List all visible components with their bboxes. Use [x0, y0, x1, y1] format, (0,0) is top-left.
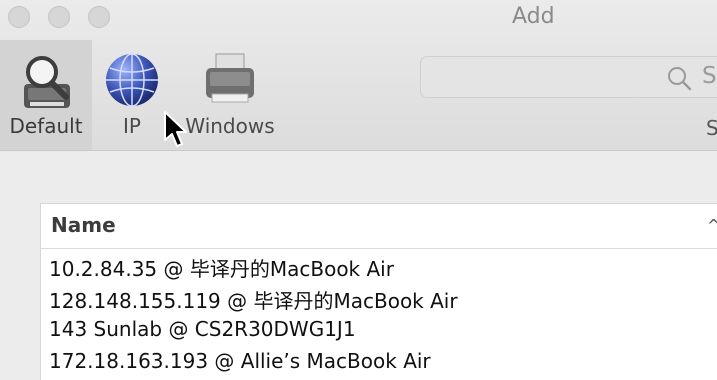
- table-row[interactable]: 128.148.155.119 @ 毕译丹的MacBook Air: [41, 282, 717, 314]
- row-printer-name: 143 Sunlab @ CS2R30DWG1J1: [49, 317, 356, 341]
- windows-printer-icon: [196, 50, 264, 114]
- table-row[interactable]: 143 Sunlab @ CS2R30DWG1J1: [41, 314, 717, 346]
- toolbar-windows-button[interactable]: Windows: [180, 40, 280, 150]
- mouse-cursor-icon: [163, 110, 189, 152]
- row-printer-name: 10.2.84.35 @ 毕译丹的MacBook Air: [49, 257, 394, 281]
- zoom-window-button[interactable]: [88, 6, 110, 28]
- table-row[interactable]: 10.2.84.35 @ 毕译丹的MacBook Air: [41, 250, 717, 282]
- row-printer-name: 128.148.155.119 @ 毕译丹的MacBook Air: [49, 289, 458, 313]
- toolbar-ip-label: IP: [123, 114, 141, 138]
- printer-list-table[interactable]: Name ^ 10.2.84.35 @ 毕译丹的MacBook Air 128.…: [40, 203, 717, 380]
- table-row[interactable]: 172.18.163.193 @ Allie’s MacBook Air: [41, 346, 717, 378]
- toolbar-ip-button[interactable]: IP: [96, 40, 168, 150]
- toolbar: Add Default IP Windows S S: [0, 0, 717, 151]
- toolbar-default-button[interactable]: Default: [0, 40, 92, 150]
- add-printer-window: Add Default IP Windows S S Name ^ 10.2.8…: [0, 0, 717, 380]
- default-printer-icon: [14, 50, 78, 116]
- sort-ascending-icon: ^: [707, 216, 717, 235]
- search-placeholder: S: [702, 63, 717, 89]
- toolbar-windows-label: Windows: [185, 114, 275, 138]
- search-field[interactable]: S: [420, 56, 717, 98]
- search-label: S: [706, 116, 717, 140]
- globe-icon: [102, 50, 162, 114]
- search-icon: [665, 64, 693, 96]
- row-printer-name: 172.18.163.193 @ Allie’s MacBook Air: [49, 349, 431, 373]
- minimize-window-button[interactable]: [48, 6, 70, 28]
- column-header-name[interactable]: Name: [51, 213, 116, 237]
- table-header[interactable]: Name ^: [41, 204, 717, 249]
- toolbar-default-label: Default: [9, 114, 83, 138]
- window-title: Add: [512, 4, 555, 29]
- close-window-button[interactable]: [8, 6, 30, 28]
